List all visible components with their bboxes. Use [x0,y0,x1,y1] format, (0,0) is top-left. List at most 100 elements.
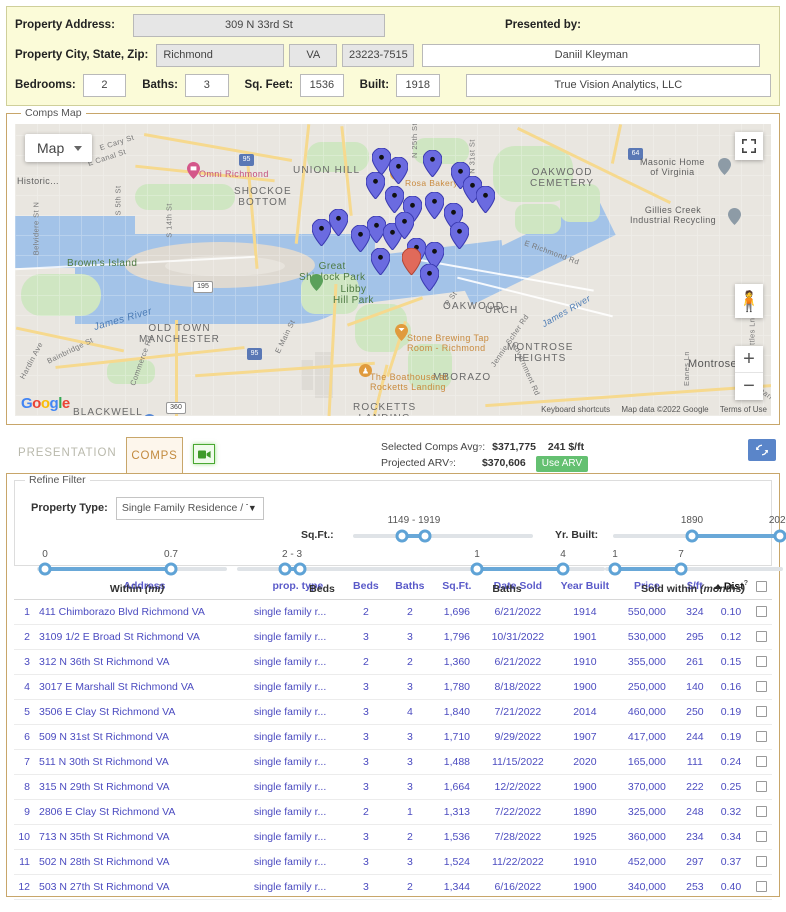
beds-slider-min-knob[interactable] [278,562,292,576]
comp-select-cell[interactable] [750,699,772,725]
keyboard-shortcuts-link[interactable]: Keyboard shortcuts [541,405,610,414]
table-row[interactable]: 12 503 N 27th St Richmond VA single family… [14,874,772,900]
table-row[interactable]: 6 509 N 31st St Richmond VA single family … [14,724,772,750]
table-row[interactable]: 10 713 N 35th St Richmond VA single family… [14,824,772,850]
table-row[interactable]: 3 312 N 36th St Richmond VA single family … [14,649,772,675]
col-year-built[interactable]: Year Built [553,576,616,600]
yr-built-slider-min-knob[interactable] [685,529,699,543]
within-slider-max-knob[interactable] [164,562,178,576]
comp-select-checkbox[interactable] [755,756,767,768]
company-name-input[interactable]: True Vision Analytics, LLC [465,73,771,97]
comp-select-checkbox[interactable] [755,631,767,643]
tab-presentation[interactable]: PRESENTATION [18,447,117,459]
map-zoom-controls[interactable]: + − [735,346,763,400]
city-input[interactable]: Richmond [156,43,285,67]
comp-select-cell[interactable] [750,649,772,675]
tab-comps[interactable]: COMPS [126,437,183,474]
use-arv-button[interactable]: Use ARV [535,456,589,472]
baths-slider-min-knob[interactable] [470,562,484,576]
table-row[interactable]: 9 2806 E Clay St Richmond VA single family… [14,799,772,825]
yr-built-slider-max-knob[interactable] [773,529,786,543]
comp-select-cell[interactable] [750,874,772,900]
agent-name-input[interactable]: Daniil Kleyman [422,43,761,67]
street-view-pegman[interactable]: 🧍 [735,284,763,318]
map-pin-comp[interactable] [385,186,404,213]
google-map[interactable]: 95 95 64 195 360 UNION HILL SHOCKOE BOTT… [15,124,771,416]
comp-select-checkbox[interactable] [755,881,767,893]
fullscreen-button[interactable] [735,132,763,160]
comp-select-checkbox[interactable] [755,856,767,868]
comp-select-checkbox[interactable] [755,731,767,743]
within-slider-caption: Within (mi) [110,583,164,595]
comp-select-checkbox[interactable] [755,606,767,618]
table-row[interactable]: 1 411 Chimborazo Blvd Richmond VA single f… [14,599,772,625]
col-baths[interactable]: Baths [387,576,432,600]
col-select-all[interactable] [750,576,772,600]
map-pin-comp[interactable] [329,209,348,236]
comp-select-cell[interactable] [750,799,772,825]
baths-slider-max-knob[interactable] [556,562,570,576]
map-pin-comp[interactable] [423,150,442,177]
sqft-slider-track[interactable] [353,534,533,538]
table-row[interactable]: 4 3017 E Marshall St Richmond VA single fa… [14,674,772,700]
map-pin-comp[interactable] [425,192,444,219]
sqft-slider-min-knob[interactable] [395,529,409,543]
map-pin-comp[interactable] [389,157,408,184]
comp-select-checkbox[interactable] [755,706,767,718]
table-row[interactable]: 7 511 N 30th St Richmond VA single family … [14,749,772,775]
bedrooms-input[interactable]: 2 [82,73,127,97]
sqft-slider-max-knob[interactable] [418,529,432,543]
map-pin-comp[interactable] [371,248,390,275]
within-slider-min-knob[interactable] [38,562,52,576]
comp-select-cell[interactable] [750,724,772,750]
terms-of-use-link[interactable]: Terms of Use [720,405,767,414]
col-sqft[interactable]: Sq.Ft. [431,576,482,600]
table-row[interactable]: 5 3506 E Clay St Richmond VA single family… [14,699,772,725]
comp-index: 6 [14,724,34,750]
comps-panel: Refine Filter Property Type: Single Fami… [6,473,786,900]
table-row[interactable]: 8 315 N 29th St Richmond VA single family … [14,774,772,800]
beds-slider-track[interactable] [237,567,427,571]
comp-select-cell[interactable] [750,624,772,650]
video-tutorial-button[interactable] [193,444,215,464]
comp-address: 2806 E Clay St Richmond VA [34,799,252,825]
comp-select-cell[interactable] [750,599,772,625]
state-input[interactable]: VA [289,43,338,67]
map-pin-comp[interactable] [312,219,331,246]
map-pin-comp[interactable] [476,186,495,213]
comp-select-checkbox[interactable] [755,831,767,843]
comp-select-cell[interactable] [750,674,772,700]
map-type-button[interactable]: Map [25,134,93,162]
select-all-checkbox[interactable] [755,580,767,592]
map-pin-comp[interactable] [351,225,370,252]
map-pin-comp[interactable] [420,264,439,291]
baths-input[interactable]: 3 [185,73,229,97]
map-pin-subject-property[interactable] [402,248,421,275]
refresh-button[interactable] [748,439,776,461]
zip-input[interactable]: 23223-7515 [342,43,415,67]
property-address-input[interactable]: 309 N 33rd St [132,13,385,37]
beds-slider-max-knob[interactable] [293,562,307,576]
sqfeet-input[interactable]: 1536 [300,73,344,97]
within-max-value: 0.7 [164,549,178,560]
comp-select-checkbox[interactable] [755,681,767,693]
comp-select-cell[interactable] [750,774,772,800]
year-built-input[interactable]: 1918 [396,73,440,97]
zoom-out-button[interactable]: − [735,373,763,400]
comp-select-cell[interactable] [750,824,772,850]
comp-select-cell[interactable] [750,849,772,875]
sold-within-min-knob[interactable] [608,562,622,576]
comp-select-checkbox[interactable] [755,781,767,793]
zoom-in-button[interactable]: + [735,346,763,373]
comp-select-checkbox[interactable] [755,656,767,668]
table-row[interactable]: 11 502 N 28th St Richmond VA single family… [14,849,772,875]
map-pin-comp[interactable] [450,222,469,249]
map-pin-comp[interactable] [395,212,414,239]
sold-within-max-knob[interactable] [674,562,688,576]
table-row[interactable]: 2 3109 1/2 E Broad St Richmond VA single f… [14,624,772,650]
property-type-select[interactable]: Single Family Residence / T… ▼ [115,496,264,520]
col-beds[interactable]: Beds [343,576,388,600]
comp-select-checkbox[interactable] [755,806,767,818]
comp-select-cell[interactable] [750,749,772,775]
map-pin-comp[interactable] [366,172,385,199]
